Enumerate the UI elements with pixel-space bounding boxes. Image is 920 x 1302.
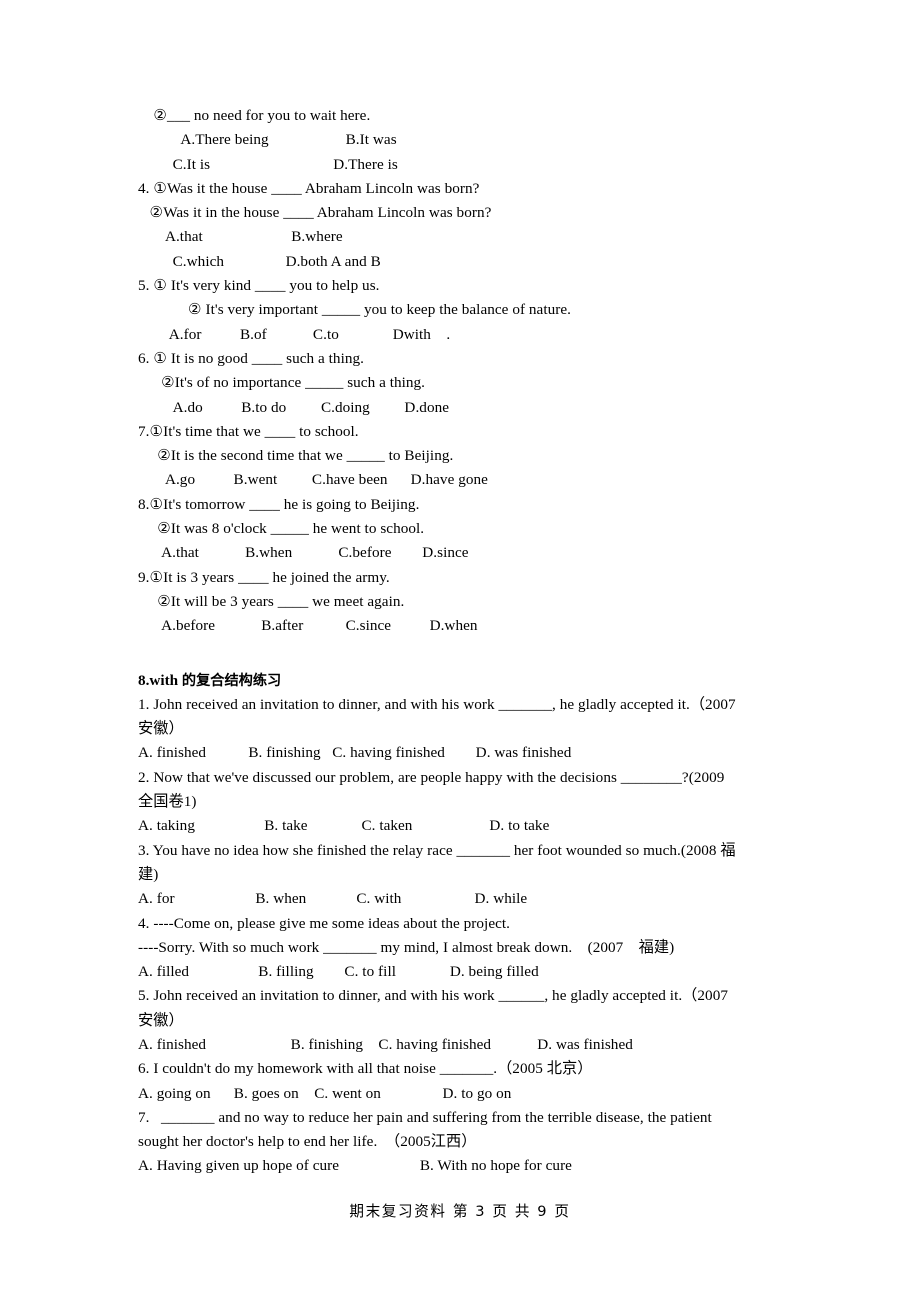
footer-text: 期末复习资料 第 3 页 共 9 页 xyxy=(349,1203,571,1220)
text-line: ②Was it in the house ____ Abraham Lincol… xyxy=(138,204,492,222)
text-line: 1. John received an invitation to dinner… xyxy=(138,695,736,713)
option-line: A. going on B. goes on C. went on D. to … xyxy=(138,1084,512,1102)
text-line: 7. _______ and no way to reduce her pain… xyxy=(138,1108,712,1126)
option-line: A. Having given up hope of cure B. With … xyxy=(138,1157,572,1175)
text-line: 全国卷1) xyxy=(138,793,197,811)
text-line: ②It will be 3 years ____ we meet again. xyxy=(138,592,405,610)
text-line: ②It's of no importance _____ such a thin… xyxy=(138,374,426,392)
text-line: sought her doctor's help to end her life… xyxy=(138,1133,477,1151)
text-line: 6. ① It is no good ____ such a thing. xyxy=(138,349,364,367)
option-line: C.It is D.There is xyxy=(138,155,398,173)
text-line: 安徽） xyxy=(138,1011,184,1029)
section-heading-chinese: 的复合结构练习 xyxy=(181,672,282,689)
text-line: 建) xyxy=(138,865,159,883)
option-line: A. finished B. finishing C. having finis… xyxy=(138,1035,633,1053)
text-line: 5. John received an invitation to dinner… xyxy=(138,987,728,1005)
document-body: ②___ no need for you to wait here. A.The… xyxy=(138,104,786,1179)
text-line: ----Sorry. With so much work _______ my … xyxy=(138,938,675,956)
document-page: ②___ no need for you to wait here. A.The… xyxy=(0,0,920,1302)
option-line: A. taking B. take C. taken D. to take xyxy=(138,817,550,835)
text-line: 4. ----Come on, please give me some idea… xyxy=(138,914,511,932)
option-line: A.There being B.It was xyxy=(138,131,397,149)
text-line: 6. I couldn't do my homework with all th… xyxy=(138,1060,593,1078)
text-line: 2. Now that we've discussed our problem,… xyxy=(138,768,725,786)
text-line: 4. ①Was it the house ____ Abraham Lincol… xyxy=(138,179,480,197)
text-line: ② It's very important _____ you to keep … xyxy=(138,301,572,319)
section-heading-number: 8.with xyxy=(138,671,179,689)
option-line: A.do B.to do C.doing D.done xyxy=(138,398,450,416)
option-line: A.for B.of C.to Dwith . xyxy=(138,325,451,343)
option-line: A.go B.went C.have been D.have gone xyxy=(138,471,488,489)
text-line: ②It was 8 o'clock _____ he went to schoo… xyxy=(138,520,425,538)
option-line: A.that B.where xyxy=(138,228,343,246)
page-footer: 期末复习资料 第 3 页 共 9 页 xyxy=(0,1200,920,1221)
exercise-block-with: 1. John received an invitation to dinner… xyxy=(138,693,786,1179)
text-line: ②It is the second time that we _____ to … xyxy=(138,447,454,465)
option-line: A.before B.after C.since D.when xyxy=(138,617,478,635)
text-line: 3. You have no idea how she finished the… xyxy=(138,841,736,859)
text-line: 7.①It's time that we ____ to school. xyxy=(138,422,359,440)
option-line: A. filled B. filling C. to fill D. being… xyxy=(138,963,539,981)
text-line: ②___ no need for you to wait here. xyxy=(138,107,371,124)
text-line: 9.①It is 3 years ____ he joined the army… xyxy=(138,568,390,586)
option-line: A. finished B. finishing C. having finis… xyxy=(138,744,572,762)
section-heading-with: 8.with 的复合结构练习 xyxy=(138,669,786,693)
option-line: A. for B. when C. with D. while xyxy=(138,890,528,908)
option-line: A.that B.when C.before D.since xyxy=(138,544,469,562)
exercise-block-top: ②___ no need for you to wait here. A.The… xyxy=(138,104,786,639)
text-line: 安徽） xyxy=(138,720,184,738)
text-line: 8.①It's tomorrow ____ he is going to Bei… xyxy=(138,495,420,513)
option-line: C.which D.both A and B xyxy=(138,252,381,270)
text-line: 5. ① It's very kind ____ you to help us. xyxy=(138,277,380,295)
